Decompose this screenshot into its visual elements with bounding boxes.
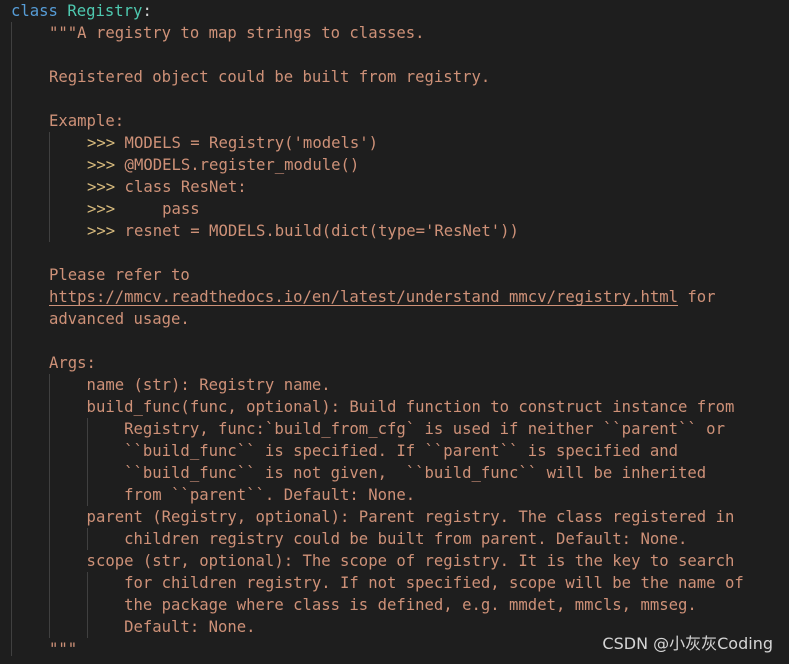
class-keyword: class [11,2,58,20]
example-line: >>> class ResNet: [87,176,247,198]
repl-prompt: >>> [87,222,116,240]
class-def-line: class Registry: [11,0,152,22]
docstring-line: Default: None. [49,618,256,636]
docstring-end-line: """ [49,640,78,658]
docstring-line: Registered object could be built from re… [49,68,491,86]
watermark: CSDN @小灰灰Coding [602,634,773,653]
example-line: >>> pass [87,198,200,220]
example-code: MODELS = Registry('models') [115,134,379,152]
docstring-line: ``build_func`` is not given, ``build_fun… [49,464,707,482]
docstring-line: scope (str, optional): The scope of regi… [49,552,735,570]
example-line: >>> resnet = MODELS.build(dict(type='Res… [87,220,519,242]
repl-prompt: >>> [87,200,116,218]
example-line: >>> MODELS = Registry('models') [87,132,378,154]
docstring-line: name (str): Registry name. [49,376,331,394]
docstring-line: for children registry. If not specified,… [49,574,744,592]
docstring-line: build_func(func, optional): Build functi… [49,398,735,416]
docstring-line: Args: [49,354,96,372]
docstring-line: parent (Registry, optional): Parent regi… [49,508,735,526]
example-code: class ResNet: [115,178,247,196]
docs-link[interactable]: https://mmcv.readthedocs.io/en/latest/un… [49,288,678,306]
docstring-line: advanced usage. [49,310,190,328]
example-line: >>> @MODELS.register_module() [87,154,359,176]
code-editor[interactable]: class Registry: """A registry to map str… [0,0,789,664]
example-code: @MODELS.register_module() [115,156,360,174]
class-colon: : [142,2,152,20]
repl-prompt: >>> [87,178,116,196]
example-code: pass [115,200,200,218]
docstring-line: children registry could be built from pa… [49,530,688,548]
docstring-line: Example: [49,112,125,130]
example-code: resnet = MODELS.build(dict(type='ResNet'… [115,222,519,240]
repl-prompt: >>> [87,156,116,174]
docstring-line: Registry, func:`build_from_cfg` is used … [49,420,725,438]
class-name: Registry [67,2,143,20]
docstring-line: ``build_func`` is specified. If ``parent… [49,442,679,460]
docstring-line: from ``parent``. Default: None. [49,486,416,504]
url-suffix: for [678,288,716,306]
docstring-line: the package where class is defined, e.g.… [49,596,697,614]
url-line: https://mmcv.readthedocs.io/en/latest/un… [49,286,716,308]
docstring-line: """A registry to map strings to classes. [49,24,425,42]
indent-guide [49,132,50,242]
docstring-line: Please refer to [49,266,190,284]
repl-prompt: >>> [87,134,116,152]
indent-guide [11,22,12,656]
